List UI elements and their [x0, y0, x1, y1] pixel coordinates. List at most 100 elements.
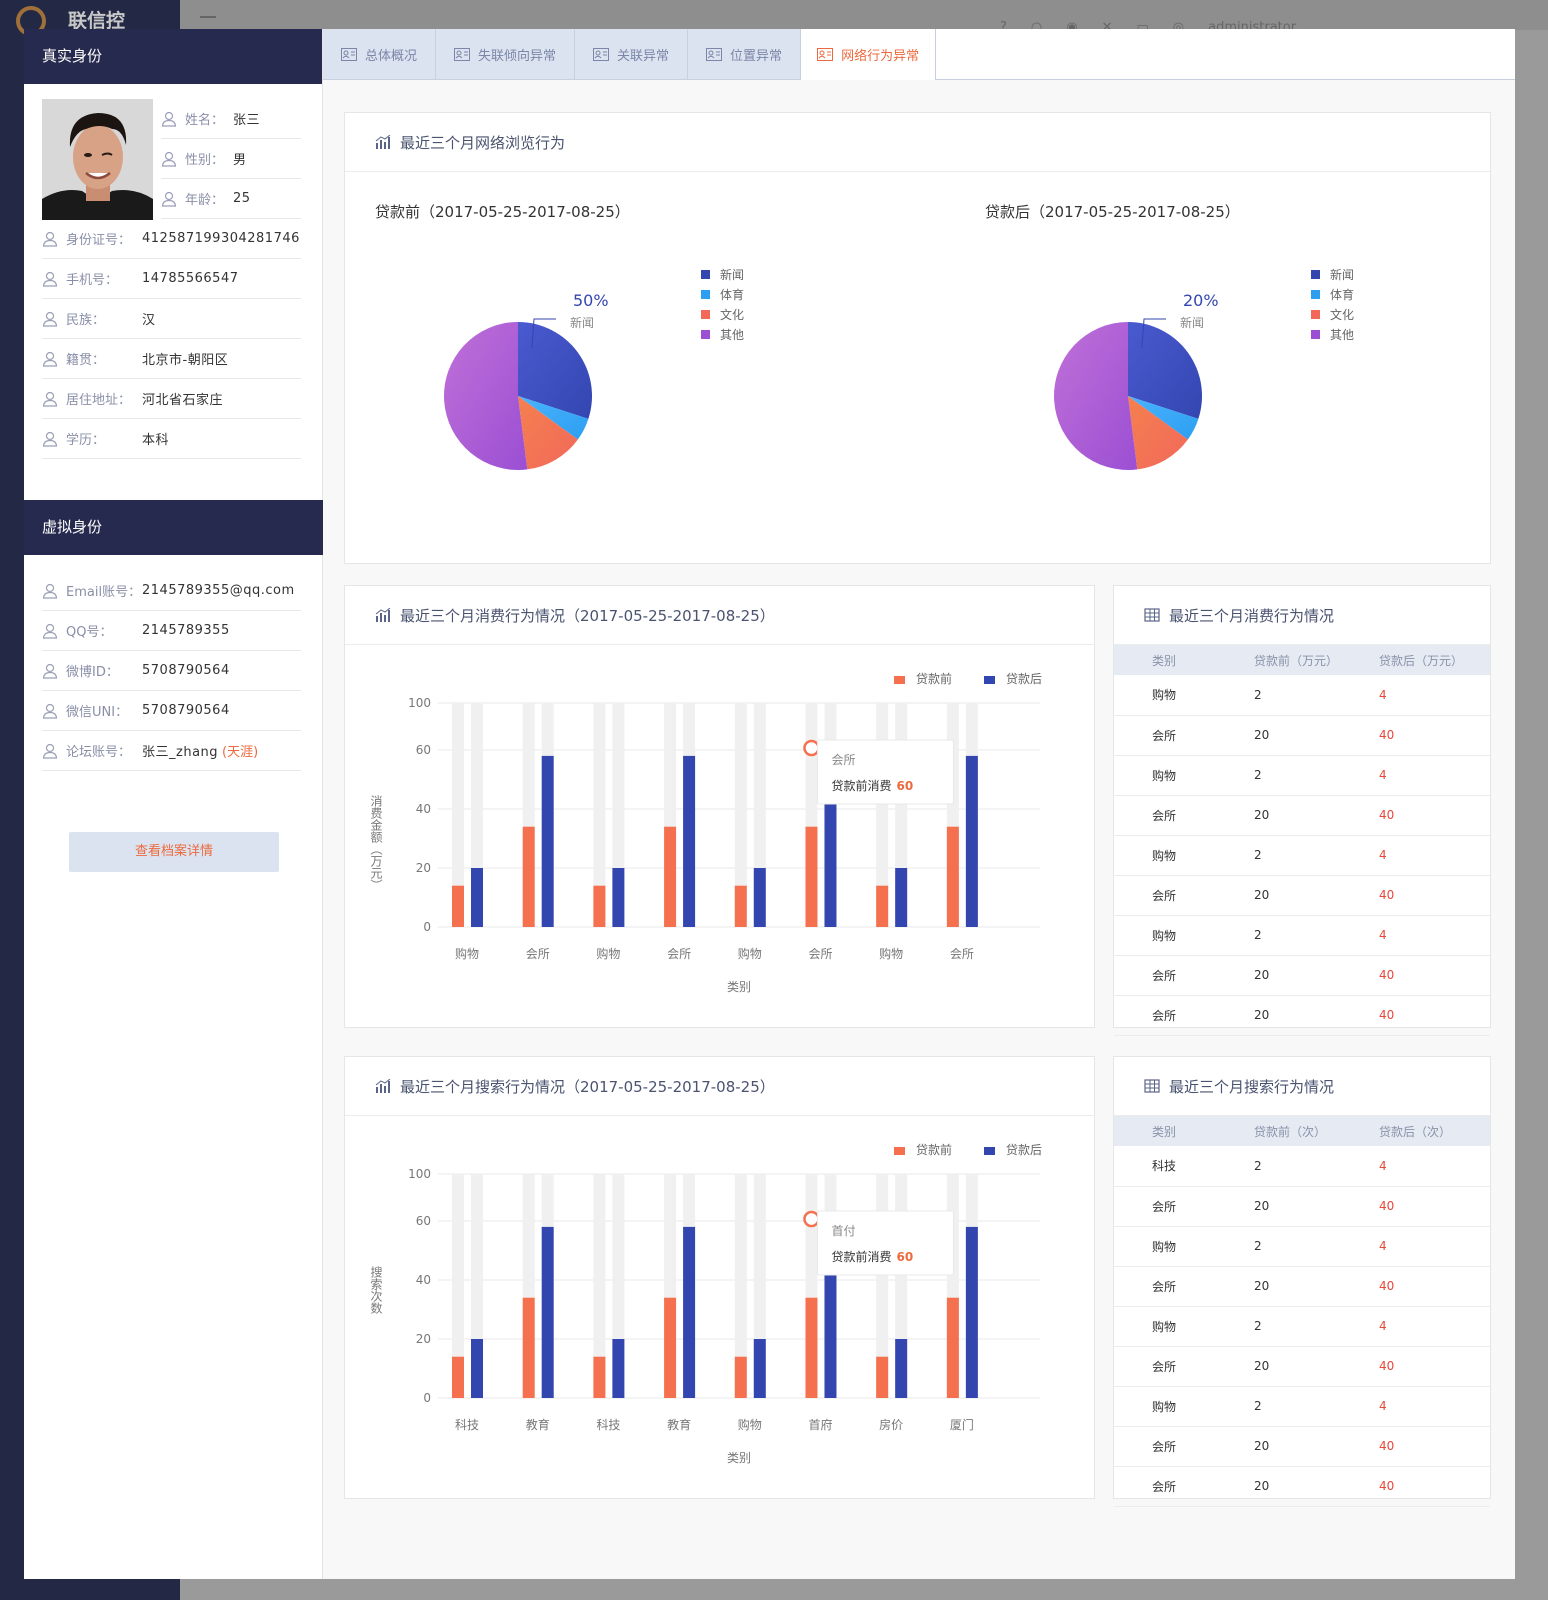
field-value: 5708790564	[142, 703, 230, 718]
table-cell: 会所	[1114, 1426, 1254, 1467]
user-icon	[42, 311, 58, 327]
legend-item[interactable]: 其他	[1311, 324, 1354, 344]
pie-chart-after: 20% 新闻	[1054, 291, 1219, 470]
pie-after-title: 贷款后（2017-05-25-2017-08-25）	[985, 203, 1240, 221]
table-row: 购物 2 4	[1114, 755, 1490, 796]
y-axis-label: 搜索次数	[369, 1265, 383, 1315]
x-axis-label: 类别	[727, 980, 751, 994]
field-age: 年龄： 25	[161, 179, 301, 219]
bar-after	[541, 755, 554, 927]
table-icon	[1144, 608, 1160, 622]
view-profile-button[interactable]: 查看档案详情	[69, 832, 279, 872]
table-cell: 2	[1254, 835, 1379, 876]
identity-field-row: 微信UNI： 5708790564	[42, 691, 301, 731]
table-cell: 20	[1254, 795, 1379, 836]
table-cell: 2	[1254, 755, 1379, 796]
real-identity-header: 真实身份	[24, 29, 322, 84]
identity-field-row: 学历： 本科	[42, 419, 301, 459]
x-axis-label: 类别	[727, 1451, 751, 1465]
table-cell: 20	[1254, 1466, 1379, 1507]
table-cell: 购物	[1114, 675, 1254, 716]
column-header: 贷款后（万元）	[1379, 645, 1490, 675]
search-title: 最近三个月搜索行为情况（2017-05-25-2017-08-25）	[400, 1077, 775, 1096]
id-card-icon	[593, 47, 610, 61]
legend-item[interactable]: 文化	[1311, 304, 1354, 324]
bar-before	[522, 826, 535, 927]
field-value: 412587199304281746	[142, 231, 300, 246]
table-cell: 4	[1379, 1306, 1490, 1347]
y-tick-label: 40	[416, 802, 431, 816]
y-tick-label: 0	[423, 920, 431, 934]
id-card-icon	[341, 47, 357, 61]
table-cell: 4	[1379, 1226, 1490, 1267]
table-row: 会所 20 40	[1114, 715, 1490, 756]
field-label: 身份证号：	[66, 233, 132, 248]
bar-after	[965, 755, 978, 927]
basic-info: 姓名： 张三 性别： 男 年龄： 25	[161, 99, 301, 219]
pie-before-legend: 新闻 体育 文化 其他	[701, 264, 744, 344]
table-cell: 40	[1379, 1186, 1490, 1227]
user-icon	[161, 151, 177, 167]
tab-1[interactable]: 失联倾向异常	[436, 29, 576, 80]
table-header-row: 类别 贷款前（次） 贷款后（次）	[1114, 1116, 1490, 1146]
table-row: 科技 2 4	[1114, 1146, 1490, 1187]
table-cell: 2	[1254, 1226, 1379, 1267]
table-cell: 会所	[1114, 1466, 1254, 1507]
table-cell: 4	[1379, 835, 1490, 876]
legend-item[interactable]: 体育	[1311, 284, 1354, 304]
table-cell: 40	[1379, 875, 1490, 916]
bar-before	[876, 1356, 889, 1398]
tab-2[interactable]: 关联异常	[575, 29, 689, 80]
table-header-row: 类别 贷款前（万元） 贷款后（万元）	[1114, 645, 1490, 675]
table-row: 购物 2 4	[1114, 675, 1490, 716]
bar-before	[664, 826, 677, 927]
table-cell: 20	[1254, 1186, 1379, 1227]
field-label: 性别：	[185, 153, 225, 168]
person-photo	[42, 99, 153, 220]
y-tick-label: 0	[423, 1391, 431, 1405]
tab-0[interactable]: 总体概况	[323, 29, 437, 80]
browse-title: 最近三个月网络浏览行为	[400, 133, 566, 152]
field-value: 14785566547	[142, 271, 239, 286]
legend-item[interactable]: 新闻	[1311, 264, 1354, 284]
y-axis-label: 消费金额（万元）	[369, 795, 383, 891]
table-row: 购物 2 4	[1114, 1386, 1490, 1427]
tooltip-box	[816, 1210, 954, 1276]
menu-toggle-icon[interactable]	[200, 16, 216, 18]
legend-item[interactable]: 体育	[701, 284, 744, 304]
bar-before	[876, 885, 889, 927]
bar-after	[471, 868, 483, 927]
user-icon	[42, 663, 58, 679]
legend-item[interactable]: 新闻	[701, 264, 744, 284]
tab-4[interactable]: 网络行为异常	[801, 29, 937, 80]
consume-panel-header: 最近三个月消费行为情况（2017-05-25-2017-08-25）	[345, 586, 1094, 645]
user-icon	[42, 431, 58, 447]
legend-item[interactable]: 文化	[701, 304, 744, 324]
tooltip-name: 会所	[831, 753, 855, 767]
bar-chart-icon	[375, 608, 391, 622]
tab-label: 失联倾向异常	[478, 48, 557, 64]
identity-field-row: 籍贯： 北京市-朝阳区	[42, 339, 301, 379]
legend-item[interactable]: 其他	[701, 324, 744, 344]
bar-after	[683, 1226, 696, 1398]
virtual-identity-fields: Email账号： 2145789355@qq.com QQ号： 2145789355 微…	[42, 571, 301, 771]
table-cell: 2	[1254, 675, 1379, 716]
search-table: 类别 贷款前（次） 贷款后（次） 科技 2 4 会所 20 40 购物 2 4 会所 20 40 购物 2 4 会所…	[1114, 1116, 1490, 1507]
table-cell: 4	[1379, 1146, 1490, 1187]
pie-label-pct: 50%	[573, 291, 609, 310]
tab-3[interactable]: 位置异常	[688, 29, 802, 80]
pie-before-title: 贷款前（2017-05-25-2017-08-25）	[375, 203, 630, 221]
y-tick-label: 100	[408, 1167, 431, 1181]
bar-chart-icon	[375, 135, 391, 149]
tab-bar-fill	[936, 29, 1515, 80]
table-cell: 4	[1379, 1386, 1490, 1427]
analysis-area: 总体概况 失联倾向异常 关联异常 位置异常 网络行为异常 最近三个月网络浏览行为 贷款前…	[323, 29, 1515, 1579]
x-tick-label: 房价	[879, 1417, 903, 1432]
table-cell: 20	[1254, 715, 1379, 756]
search-table-title: 最近三个月搜索行为情况	[1169, 1077, 1335, 1096]
bar-before	[593, 1356, 606, 1398]
x-tick-label: 购物	[879, 946, 903, 961]
column-header: 贷款后（次）	[1379, 1116, 1490, 1146]
consume-chart-panel: 最近三个月消费行为情况（2017-05-25-2017-08-25） 贷款前 贷…	[344, 585, 1095, 1028]
tab-label: 关联异常	[617, 48, 670, 64]
